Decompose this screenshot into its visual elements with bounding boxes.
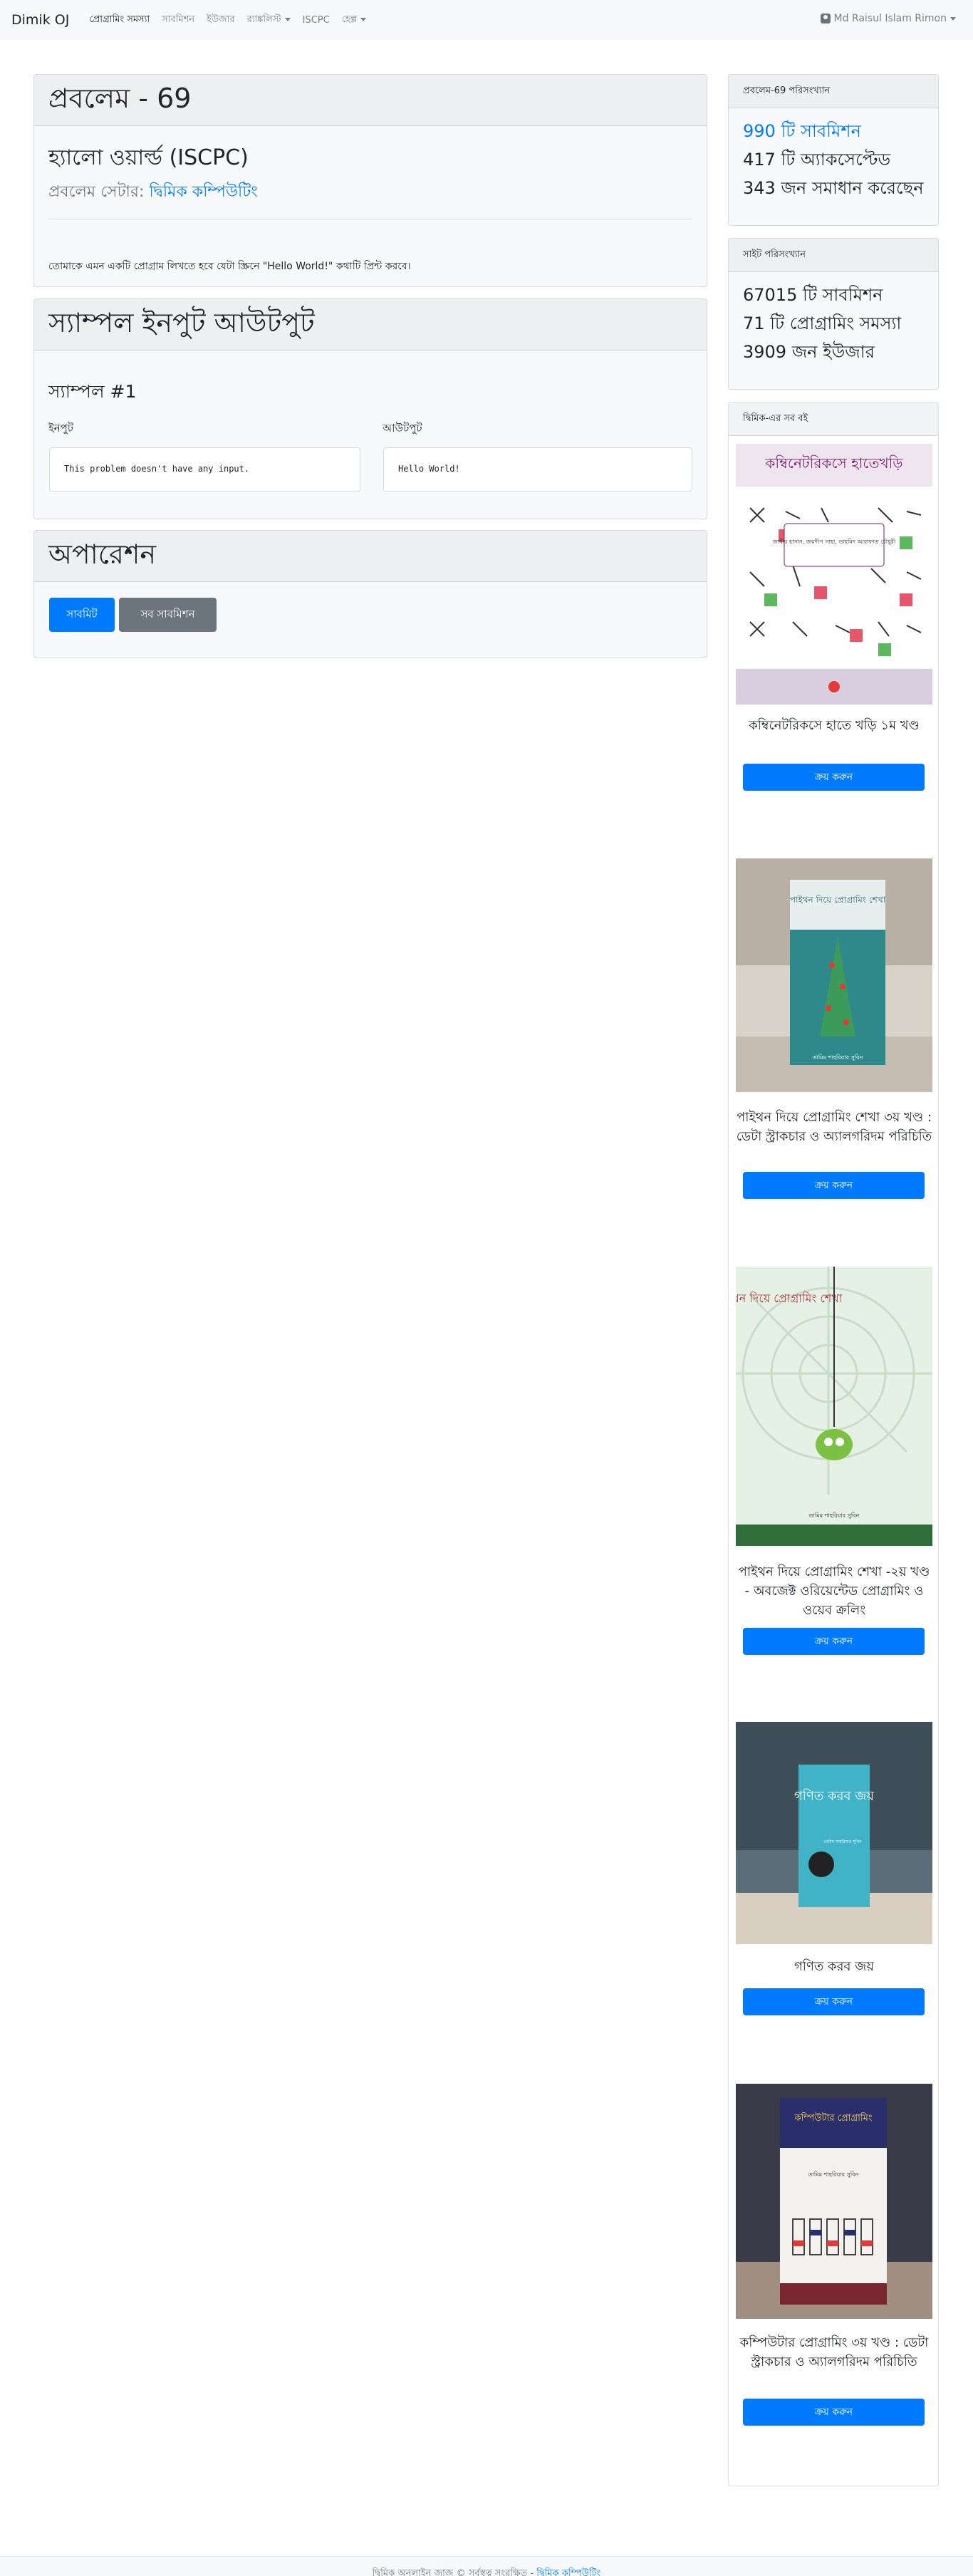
book-cover-title: কম্বিনেটরিকসে হাতেখড়ি xyxy=(764,455,903,472)
problem-header: প্রবলেম - 69 xyxy=(34,75,707,126)
setter-label: প্রবলেম সেটার: xyxy=(48,183,145,201)
buy-button[interactable]: ক্রয় করুন xyxy=(743,764,925,791)
caret-down-icon xyxy=(360,17,367,21)
problem-stats-body: 990 টি সাবমিশন 417 টি অ্যাকসেপ্টেড 343 জ… xyxy=(729,108,938,211)
problem-stats-header: প্রবলেম-69 পরিসংখ্যান xyxy=(729,75,938,108)
book-cover-image: গণিত করব জয় তামিম শাহরিয়ার সুবিন xyxy=(736,1722,932,1944)
book-cover-title: গণিত করব জয় xyxy=(794,1789,874,1804)
user-icon xyxy=(820,14,831,24)
caret-down-icon xyxy=(950,16,956,21)
book-cover-authors: তামিম শাহরিয়ার সুবিন xyxy=(808,2171,859,2178)
stat-accepted: 417 টি অ্যাকসেপ্টেড xyxy=(743,150,891,170)
nav-submissions[interactable]: সাবমিশন xyxy=(162,13,194,28)
book-cover-image: পাইথন দিয়ে প্রোগ্রামিং শেখা তামিম শাহরি… xyxy=(736,858,932,1092)
site-stats-card: সাইট পরিসংখ্যান 67015 টি সাবমিশন 71 টি প… xyxy=(728,238,939,390)
book-cover-authors: তামিম শাহরিয়ার সুবিন xyxy=(812,1054,863,1061)
problem-heading: প্রবলেম - 69 xyxy=(48,82,192,114)
operation-heading: অপারেশন xyxy=(48,538,157,570)
book-cover-image: কম্বিনেটরিকসে হাতেখড়ি জাবীর হাসান, জয়দ… xyxy=(736,444,932,705)
book-title: কম্পিউটার প্রোগ্রামিং ৩য় খণ্ড : ডেটা স্… xyxy=(739,2335,929,2369)
book-cover-authors: তামিম শাহরিয়ার সুবিন xyxy=(823,1839,861,1844)
book-cover-authors: জাবীর হাসান, জয়দীপ সাহা, তাহমিদ আরাফাত … xyxy=(772,538,896,545)
book-cover-image: পাইথন দিয়ে প্রোগ্রামিং শেখা তামিম শাহরি… xyxy=(736,1267,932,1546)
problem-statement: তোমাকে এমন একটি প্রোগ্রাম লিখতে হবে যেটা… xyxy=(48,261,411,272)
book-cover-math[interactable]: গণিত করব জয় তামিম শাহরিয়ার সুবিন xyxy=(736,1722,932,1944)
book-cover-title: পাইথন দিয়ে প্রোগ্রামিং শেখা xyxy=(790,895,886,905)
book-cover-python-3[interactable]: পাইথন দিয়ে প্রোগ্রামিং শেখা তামিম শাহরি… xyxy=(736,858,932,1092)
buy-button[interactable]: ক্রয় করুন xyxy=(743,2399,925,2426)
buy-button[interactable]: ক্রয় করুন xyxy=(743,1172,925,1199)
problem-stats-card: প্রবলেম-69 পরিসংখ্যান 990 টি সাবমিশন 417… xyxy=(728,74,939,226)
all-submissions-button[interactable]: সব সাবমিশন xyxy=(119,598,217,632)
setter-link[interactable]: দ্বিমিক কম্পিউটিং xyxy=(149,183,257,201)
book-title: কম্বিনেটরিকসে হাতে খড়ি ১ম খণ্ড xyxy=(749,718,920,733)
stat-total-users: 3909 জন ইউজার xyxy=(743,342,875,362)
footer-link[interactable]: দ্বিমিক কম্পিউটিং xyxy=(536,2568,600,2576)
book-cover-python-2[interactable]: পাইথন দিয়ে প্রোগ্রামিং শেখা তামিম শাহরি… xyxy=(736,1267,932,1546)
caret-down-icon xyxy=(284,17,291,21)
nav-iscpc[interactable]: ISCPC xyxy=(303,15,330,26)
brand-logo[interactable]: Dimik OJ xyxy=(11,12,69,28)
book-cover-title: পাইথন দিয়ে প্রোগ্রামিং শেখা xyxy=(736,1292,843,1305)
sample-heading: স্যাম্পল ইনপুট আউটপুট xyxy=(48,306,315,338)
stat-solvers: 343 জন সমাধান করেছেন xyxy=(743,178,924,198)
user-name: Md Raisul Islam Rimon xyxy=(833,13,947,24)
stat-total-submissions: 67015 টি সাবমিশন xyxy=(743,285,883,305)
top-navbar: Dimik OJ প্রোগ্রামিং সমস্যা সাবমিশন ইউজা… xyxy=(0,0,973,40)
sample-output-box: Hello World! xyxy=(383,447,692,492)
footer-text: দ্বিমিক অনলাইন জাজ © সর্বস্বত্ব সংরক্ষিত… xyxy=(372,2568,534,2576)
nav-help-dropdown[interactable]: হেল্প xyxy=(341,13,367,28)
buy-button[interactable]: ক্রয় করুন xyxy=(743,1988,925,2015)
operation-header: অপারেশন xyxy=(34,531,707,582)
nav-links: প্রোগ্রামিং সমস্যা সাবমিশন ইউজার র‍্যাঙ্… xyxy=(89,13,378,28)
submit-button[interactable]: সাবমিট xyxy=(49,598,115,632)
footer: দ্বিমিক অনলাইন জাজ © সর্বস্বত্ব সংরক্ষিত… xyxy=(0,2556,973,2576)
problem-title: হ্যালো ওয়ার্ল্ড (ISCPC) xyxy=(48,145,249,170)
book-cover-image: কম্পিউটার প্রোগ্রামিং তামিম শাহরিয়ার সু… xyxy=(736,2084,932,2319)
problem-card: প্রবলেম - 69 হ্যালো ওয়ার্ল্ড (ISCPC) প্… xyxy=(33,74,707,287)
problem-body: হ্যালো ওয়ার্ল্ড (ISCPC) প্রবলেম সেটার: … xyxy=(34,140,707,286)
book-title: গণিত করব জয় xyxy=(794,1959,874,1974)
sample-io-card: স্যাম্পল ইনপুট আউটপুট স্যাম্পল #1 ইনপুট … xyxy=(33,298,707,519)
site-stats-header: সাইট পরিসংখ্যান xyxy=(729,239,938,272)
nav-users[interactable]: ইউজার xyxy=(207,13,234,28)
book-title: পাইথন দিয়ে প্রোগ্রামিং শেখা ৩য় খণ্ড : … xyxy=(736,1110,932,1144)
buy-button[interactable]: ক্রয় করুন xyxy=(743,1628,925,1655)
book-cover-title: কম্পিউটার প্রোগ্রামিং xyxy=(794,2112,873,2124)
book-title: পাইথন দিয়ে প্রোগ্রামিং শেখা -২য় খণ্ড -… xyxy=(738,1564,930,1618)
book-cover-authors: তামিম শাহরিয়ার সুবিন xyxy=(808,1512,860,1519)
books-card: দ্বিমিক-এর সব বই কম্বিনেটরিকসে হাতেখড়ি … xyxy=(728,402,939,2486)
user-menu[interactable]: Md Raisul Islam Rimon xyxy=(820,13,956,24)
input-label: ইনপুট xyxy=(48,422,74,435)
book-cover-combinatorics[interactable]: কম্বিনেটরিকসে হাতেখড়ি জাবীর হাসান, জয়দ… xyxy=(736,444,932,705)
sample-input-box: This problem doesn't have any input. xyxy=(49,447,360,492)
output-label: আউটপুট xyxy=(383,422,422,435)
operation-card: অপারেশন সাবমিট সব সাবমিশন xyxy=(33,530,707,658)
sample-header: স্যাম্পল ইনপুট আউটপুট xyxy=(34,299,707,350)
nav-ranklist-dropdown[interactable]: র‍্যাঙ্কলিস্ট xyxy=(247,13,291,28)
book-cover-programming-3[interactable]: কম্পিউটার প্রোগ্রামিং তামিম শাহরিয়ার সু… xyxy=(736,2084,932,2319)
nav-problems[interactable]: প্রোগ্রামিং সমস্যা xyxy=(89,13,150,28)
nav-help-label: হেল্প xyxy=(341,14,358,25)
sample-case-title: স্যাম্পল #1 xyxy=(48,381,137,402)
stat-total-problems: 71 টি প্রোগ্রামিং সমস্যা xyxy=(743,313,902,333)
nav-ranklist-label: র‍্যাঙ্কলিস্ট xyxy=(246,14,281,25)
stat-submissions-link[interactable]: 990 টি সাবমিশন xyxy=(743,117,924,145)
books-header: দ্বিমিক-এর সব বই xyxy=(729,402,938,436)
problem-setter: প্রবলেম সেটার: দ্বিমিক কম্পিউটিং xyxy=(48,180,692,206)
site-stats-body: 67015 টি সাবমিশন 71 টি প্রোগ্রামিং সমস্য… xyxy=(729,272,938,375)
